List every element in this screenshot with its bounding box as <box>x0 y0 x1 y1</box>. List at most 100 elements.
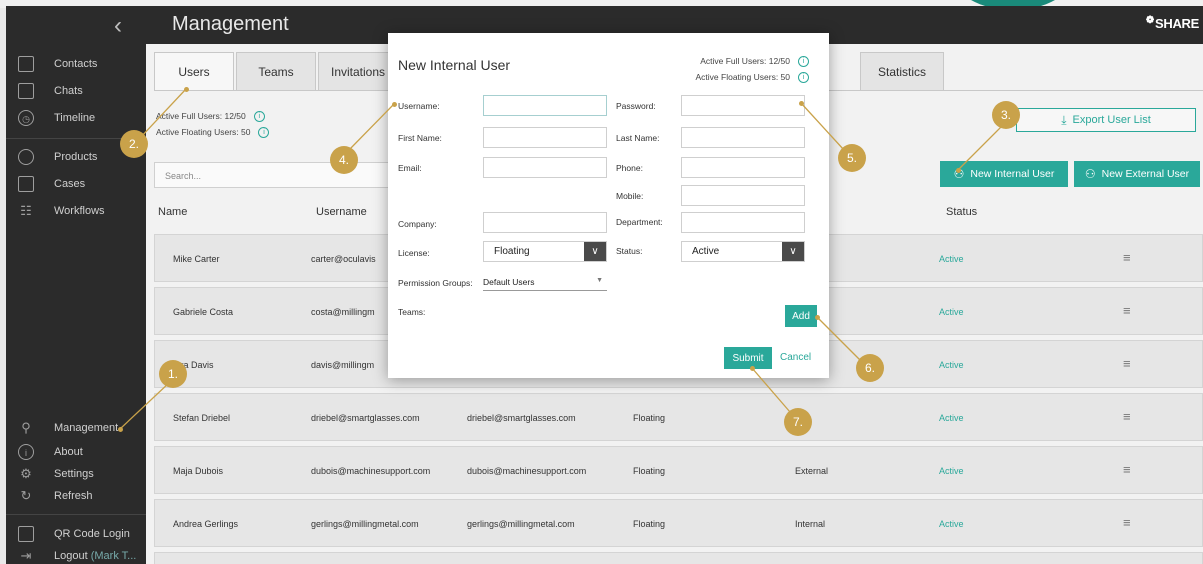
cell-status: Active <box>939 254 964 264</box>
app-frame: ‹ Management ❁SHARE Contacts Chats ◷ Tim… <box>0 0 1203 564</box>
permission-groups-select[interactable]: Default Users ▼ <box>483 277 607 291</box>
row-menu-icon[interactable]: ≡ <box>1123 250 1131 265</box>
dialog-title: New Internal User <box>398 57 511 73</box>
column-header-name[interactable]: Name <box>158 206 187 218</box>
cell-license: Floating <box>633 413 666 423</box>
username-label: Username: <box>398 101 440 111</box>
password-field[interactable] <box>681 95 805 116</box>
callout-1: 1. <box>159 360 187 388</box>
sidebar-item-label: Chats <box>54 85 83 97</box>
sidebar-item-label: Cases <box>54 178 86 190</box>
callout-7: 7. <box>784 408 812 436</box>
dialog-license-info: Active Full Users: 12/50 i Active Floatin… <box>696 53 809 85</box>
status-select[interactable]: Active ∨ <box>681 241 805 262</box>
username-field[interactable] <box>483 95 607 116</box>
cell-username: dubois@machinesupport.com <box>311 466 431 476</box>
sidebar-item-contacts[interactable]: Contacts <box>6 52 146 76</box>
company-label: Company: <box>398 219 437 229</box>
column-header-status[interactable]: Status <box>946 206 977 218</box>
table-row[interactable]: Maja Dubois dubois@machinesupport.com du… <box>154 446 1203 494</box>
sidebar-item-label: About <box>54 446 83 458</box>
cell-username: costa@millingm <box>311 307 375 317</box>
email-field[interactable] <box>483 157 607 178</box>
tab-statistics[interactable]: Statistics <box>860 52 944 90</box>
row-menu-icon[interactable]: ≡ <box>1123 409 1131 424</box>
callout-dot <box>392 102 397 107</box>
contacts-icon <box>18 56 34 72</box>
status-label: Status: <box>616 246 643 256</box>
cell-username: carter@oculavis <box>311 254 376 264</box>
sidebar-item-label: Contacts <box>54 58 98 70</box>
sidebar-item-label: Settings <box>54 468 94 480</box>
cell-status: Active <box>939 466 964 476</box>
sidebar-item-settings[interactable]: ⚙ Settings <box>6 462 146 486</box>
callout-dot <box>750 366 755 371</box>
cell-type: Internal <box>795 519 826 529</box>
cancel-button[interactable]: Cancel <box>780 352 811 363</box>
page-title: Management <box>172 13 289 35</box>
back-chevron-icon[interactable]: ‹ <box>114 12 122 40</box>
table-row[interactable] <box>154 552 1203 564</box>
mobile-field[interactable] <box>681 185 805 206</box>
sidebar: Contacts Chats ◷ Timeline Products Cases… <box>6 44 146 564</box>
row-menu-icon[interactable]: ≡ <box>1123 515 1131 530</box>
cell-name: Stefan Driebel <box>173 413 231 423</box>
cell-type: External <box>795 466 829 476</box>
export-user-list-button[interactable]: ⤓ Export User List <box>1016 108 1196 132</box>
table-row[interactable]: Andrea Gerlings gerlings@millingmetal.co… <box>154 499 1203 547</box>
sidebar-item-label: Management <box>54 422 119 434</box>
sidebar-divider <box>6 514 146 515</box>
license-label: License: <box>398 248 430 258</box>
info-icon[interactable]: i <box>798 56 809 68</box>
callout-dot <box>118 427 123 432</box>
callout-2: 2. <box>120 130 148 158</box>
row-menu-icon[interactable]: ≡ <box>1123 303 1131 318</box>
callout-dot <box>184 87 189 92</box>
sidebar-item-chats[interactable]: Chats <box>6 79 146 103</box>
info-icon[interactable]: i <box>253 111 265 123</box>
tab-teams[interactable]: Teams <box>236 52 316 90</box>
license-select[interactable]: Floating ∨ <box>483 241 607 262</box>
tab-users[interactable]: Users <box>154 52 234 90</box>
new-internal-user-dialog: New Internal User Active Full Users: 12/… <box>388 33 829 378</box>
sidebar-item-refresh[interactable]: ↻ Refresh <box>6 484 146 508</box>
row-menu-icon[interactable]: ≡ <box>1123 356 1131 371</box>
first-name-field[interactable] <box>483 127 607 148</box>
settings-icon: ⚙ <box>20 466 32 481</box>
download-icon: ⤓ <box>1061 112 1067 127</box>
sidebar-item-management[interactable]: ⚲ Management <box>6 416 146 440</box>
department-field[interactable] <box>681 212 805 233</box>
info-icon[interactable]: i <box>798 72 809 84</box>
sidebar-item-about[interactable]: i About <box>6 440 146 464</box>
sidebar-item-qr-login[interactable]: QR Code Login <box>6 522 146 546</box>
logo-swirl-icon: ❁ <box>1145 15 1154 26</box>
sidebar-item-label: Products <box>54 151 98 163</box>
sidebar-item-label: Refresh <box>54 490 93 502</box>
sidebar-item-logout[interactable]: ⇥ Logout (Mark T... <box>6 544 146 564</box>
table-row[interactable]: Stefan Driebel driebel@smartglasses.com … <box>154 393 1203 441</box>
sidebar-item-cases[interactable]: Cases <box>6 172 146 196</box>
callout-dot <box>799 101 804 106</box>
workflows-icon: ☷ <box>20 203 32 218</box>
products-icon <box>18 149 34 165</box>
new-internal-user-button[interactable]: ⚇ New Internal User <box>940 161 1068 187</box>
logout-icon: ⇥ <box>20 548 32 563</box>
row-menu-icon[interactable]: ≡ <box>1123 462 1131 477</box>
cell-email: dubois@machinesupport.com <box>467 466 587 476</box>
dialog-license-floating-text: Active Floating Users: 50 <box>695 72 790 82</box>
company-field[interactable] <box>483 212 607 233</box>
last-name-field[interactable] <box>681 127 805 148</box>
submit-button[interactable]: Submit <box>724 347 772 369</box>
new-external-user-button[interactable]: ⚇ New External User <box>1074 161 1200 187</box>
add-team-button[interactable]: Add <box>785 305 817 327</box>
teams-label: Teams: <box>398 307 426 317</box>
sidebar-item-workflows[interactable]: ☷ Workflows <box>6 199 146 223</box>
callout-6: 6. <box>856 354 884 382</box>
column-header-username[interactable]: Username <box>316 206 367 218</box>
sidebar-item-timeline[interactable]: ◷ Timeline <box>6 106 146 130</box>
info-icon[interactable]: i <box>258 127 270 139</box>
tab-invitations[interactable]: Invitations <box>318 52 398 90</box>
password-label: Password: <box>616 101 656 111</box>
phone-field[interactable] <box>681 157 805 178</box>
chat-icon <box>18 83 34 99</box>
